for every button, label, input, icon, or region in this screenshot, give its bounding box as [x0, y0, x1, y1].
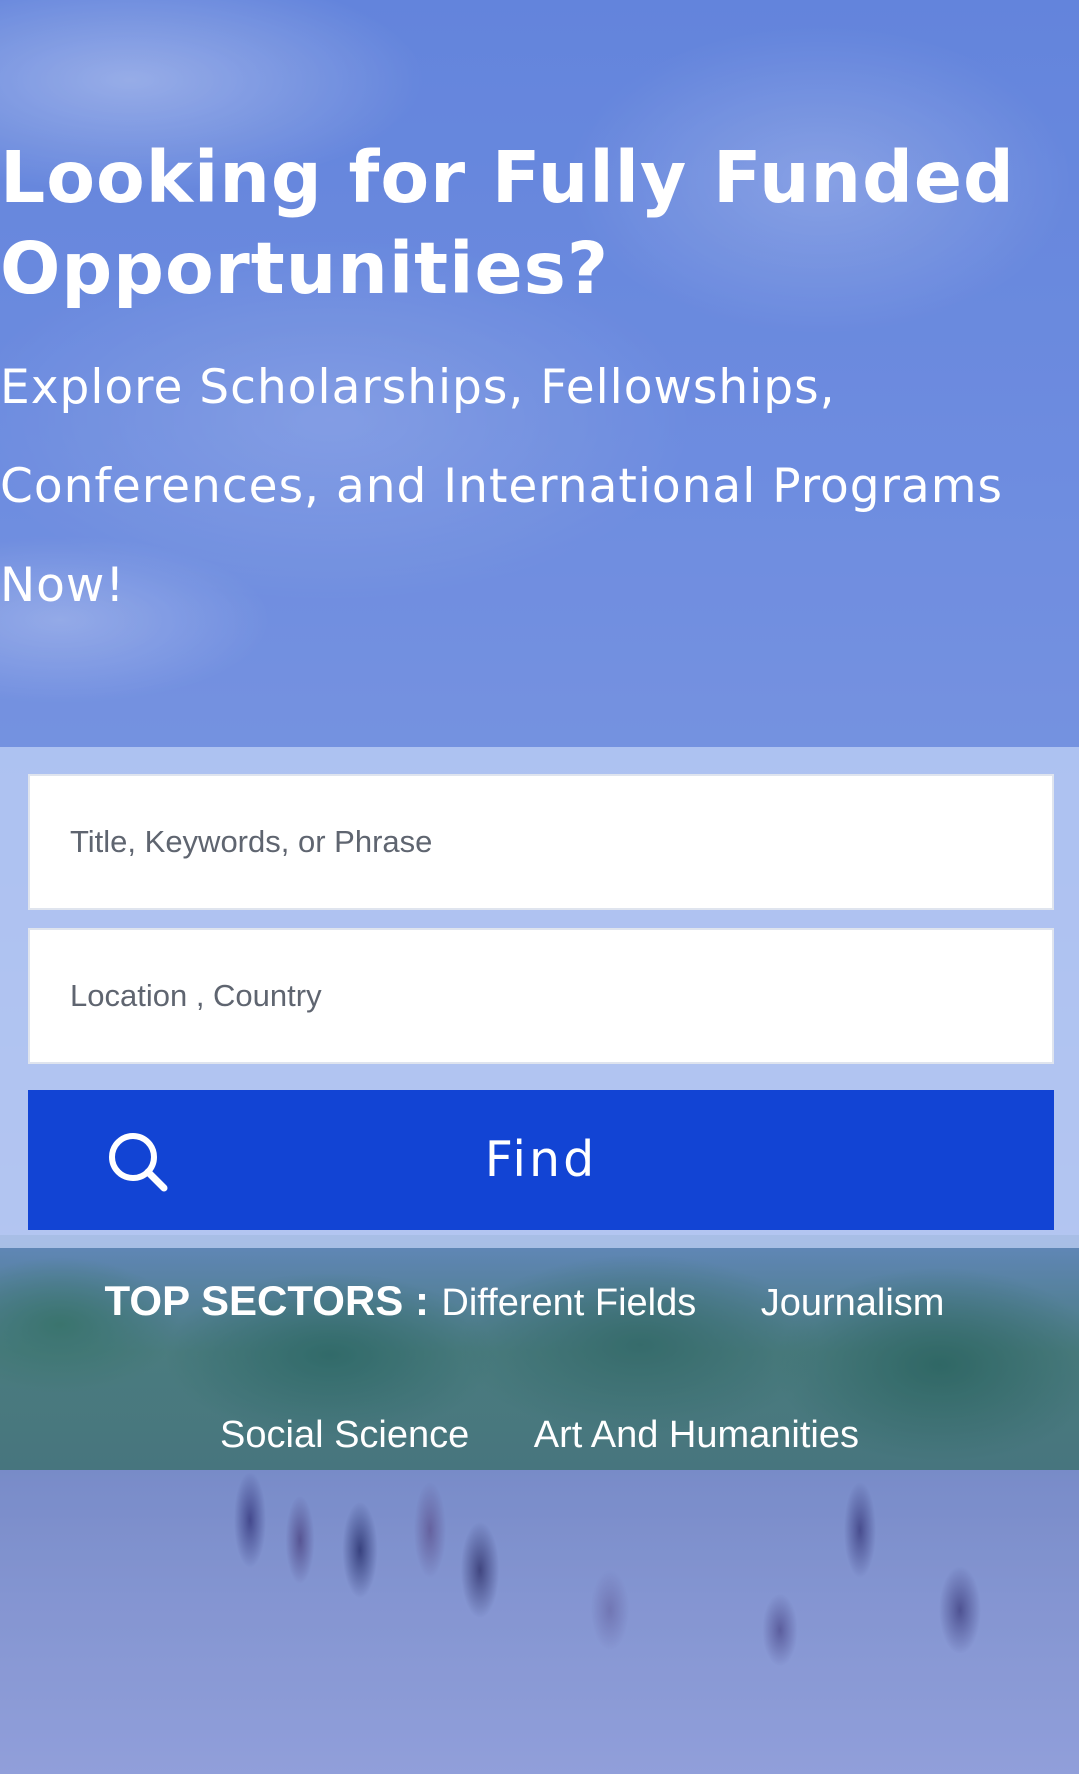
top-sectors-heading: TOP SECTORS : — [104, 1277, 429, 1324]
location-input[interactable] — [28, 928, 1054, 1064]
find-button-label: Find — [484, 1131, 598, 1188]
sector-link-art-and-humanities[interactable]: Art And Humanities — [534, 1414, 859, 1457]
sector-link-social-science[interactable]: Social Science — [220, 1414, 469, 1457]
page: Looking for Fully Funded Opportunities? … — [0, 0, 1079, 1774]
top-sectors-row-2: Social Science Art And Humanities — [0, 1414, 1079, 1457]
sector-link-different-fields[interactable]: Different Fields — [441, 1282, 696, 1325]
find-button[interactable]: Find — [28, 1090, 1054, 1230]
hero-title: Looking for Fully Funded Opportunities? — [0, 136, 1015, 310]
sector-link-journalism[interactable]: Journalism — [761, 1282, 945, 1325]
keywords-input[interactable] — [28, 774, 1054, 910]
hero-subtitle: Explore Scholarships, Fellowships, Confe… — [0, 360, 1004, 613]
top-sectors-row: TOP SECTORS : Different Fields Journalis… — [0, 1277, 1079, 1325]
